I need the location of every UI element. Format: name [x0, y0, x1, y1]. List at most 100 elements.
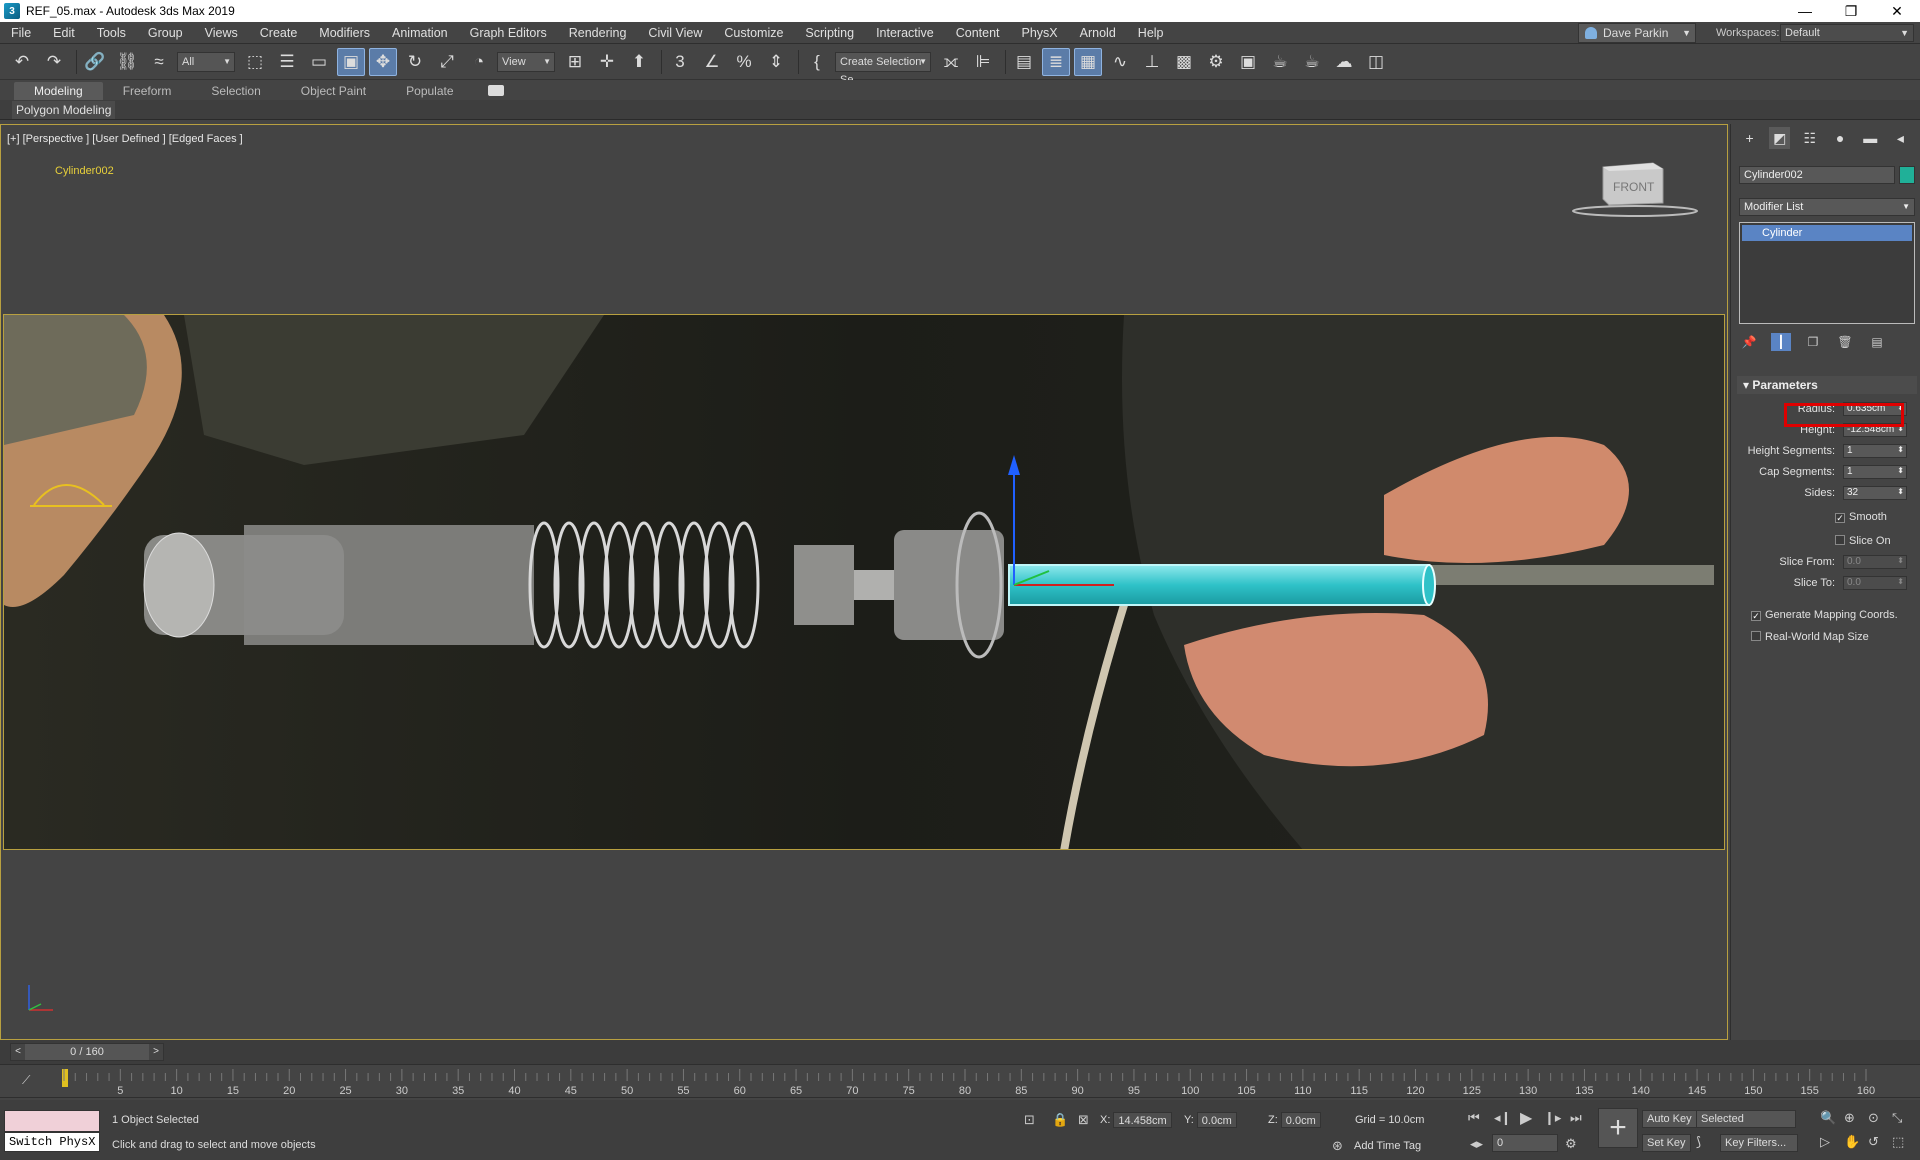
menu-edit[interactable]: Edit: [42, 22, 86, 44]
object-name-field[interactable]: Cylinder002: [1739, 166, 1895, 184]
select-manipulate-icon[interactable]: ✛: [593, 48, 621, 76]
close-icon[interactable]: ✕: [1874, 0, 1920, 22]
motion-tab-icon[interactable]: ●: [1830, 127, 1851, 149]
modifier-list-dropdown[interactable]: Modifier List ▼: [1739, 198, 1915, 216]
tab-freeform[interactable]: Freeform: [103, 82, 192, 100]
slice-to-spinner[interactable]: 0.0 ⬍: [1843, 576, 1907, 590]
select-by-name-icon[interactable]: ☰: [273, 48, 301, 76]
menu-help[interactable]: Help: [1127, 22, 1175, 44]
menu-views[interactable]: Views: [194, 22, 249, 44]
x-field[interactable]: 14.458cm: [1113, 1112, 1172, 1128]
render-iterative-icon[interactable]: ☕: [1298, 48, 1326, 76]
menu-arnold[interactable]: Arnold: [1069, 22, 1127, 44]
reference-coordinate-dropdown[interactable]: View ▼: [497, 51, 555, 72]
maximize-viewport-icon[interactable]: ⬚: [1892, 1134, 1904, 1150]
render-activeshade-icon[interactable]: ◫: [1362, 48, 1390, 76]
create-tab-icon[interactable]: +: [1739, 127, 1760, 149]
zoom-all-icon[interactable]: ⊕: [1844, 1110, 1855, 1126]
user-account-button[interactable]: Dave Parkin ▼: [1578, 23, 1696, 43]
select-object-icon[interactable]: ⬚: [241, 48, 269, 76]
menu-file[interactable]: File: [0, 22, 42, 44]
key-mode-dropdown[interactable]: Selected: [1696, 1110, 1796, 1128]
remove-modifier-icon[interactable]: 🗑: [1835, 333, 1855, 351]
spinner-arrows-icon[interactable]: ⬍: [1897, 576, 1904, 588]
polygon-modeling-label[interactable]: Polygon Modeling: [12, 101, 116, 119]
tab-object-paint[interactable]: Object Paint: [281, 82, 386, 100]
viewport-label[interactable]: [+] [Perspective ] [User Defined ] [Edge…: [7, 133, 243, 145]
pivot-point-icon[interactable]: ⊞: [561, 48, 589, 76]
zoom-extents-icon[interactable]: ⊙: [1868, 1110, 1879, 1126]
zoom-icon[interactable]: 🔍: [1820, 1110, 1836, 1126]
menu-animation[interactable]: Animation: [381, 22, 459, 44]
z-field[interactable]: 0.0cm: [1280, 1112, 1321, 1128]
generate-mapping-checkbox[interactable]: ✓ Generate Mapping Coords.: [1751, 608, 1898, 622]
restore-icon[interactable]: ❐: [1828, 0, 1874, 22]
select-scale-icon[interactable]: ⤢: [433, 48, 461, 76]
window-crossing-icon[interactable]: ▣: [337, 47, 365, 76]
snaps-toggle-icon[interactable]: 3: [666, 48, 694, 76]
slice-from-spinner[interactable]: 0.0 ⬍: [1843, 555, 1907, 569]
spinner-arrows-icon[interactable]: ⬍: [1897, 465, 1904, 477]
rendered-frame-window-icon[interactable]: ▣: [1234, 48, 1262, 76]
material-editor-icon[interactable]: ▩: [1170, 48, 1198, 76]
maxscript-listener-output[interactable]: Switch PhysX: [4, 1132, 100, 1152]
undo-icon[interactable]: ↶: [8, 48, 36, 76]
workspaces-dropdown[interactable]: Default ▼: [1780, 24, 1914, 42]
link-icon[interactable]: 🔗: [81, 48, 109, 76]
redo-icon[interactable]: ↷: [40, 48, 68, 76]
real-world-map-checkbox[interactable]: Real-World Map Size: [1751, 630, 1869, 644]
select-place-icon[interactable]: ◔: [465, 48, 493, 76]
edit-named-selection-icon[interactable]: {: [803, 48, 831, 76]
align-icon[interactable]: ⊫: [969, 48, 997, 76]
key-filters-button[interactable]: Key Filters...: [1720, 1134, 1798, 1152]
modify-tab-icon[interactable]: ◩: [1769, 127, 1791, 149]
pan-view-icon[interactable]: ✋: [1844, 1134, 1860, 1150]
select-rotate-icon[interactable]: ↻: [401, 48, 429, 76]
key-mode-toggle-icon[interactable]: ◂▸: [1470, 1136, 1483, 1152]
scene-explorer-icon[interactable]: ▤: [1010, 48, 1038, 76]
object-color-swatch[interactable]: [1899, 166, 1915, 184]
menu-create[interactable]: Create: [249, 22, 309, 44]
named-selection-dropdown[interactable]: Create Selection Se▼: [835, 51, 931, 86]
render-setup-icon[interactable]: ⚙: [1202, 48, 1230, 76]
pin-stack-icon[interactable]: 📌: [1739, 333, 1759, 351]
percent-snap-icon[interactable]: %: [730, 48, 758, 76]
menu-physx[interactable]: PhysX: [1011, 22, 1069, 44]
perspective-viewport[interactable]: [+] [Perspective ] [User Defined ] [Edge…: [0, 124, 1728, 1040]
menu-graph-editors[interactable]: Graph Editors: [459, 22, 558, 44]
spinner-arrows-icon[interactable]: ⬍: [1897, 486, 1904, 498]
schematic-view-icon[interactable]: ⊥: [1138, 48, 1166, 76]
field-of-view-icon[interactable]: ▷: [1820, 1134, 1830, 1150]
orbit-icon[interactable]: ↺: [1868, 1134, 1879, 1150]
render-cloud-icon[interactable]: ☁: [1330, 48, 1358, 76]
smooth-check-box[interactable]: ✓: [1835, 513, 1845, 523]
unlink-icon[interactable]: ⛓: [113, 48, 141, 76]
spinner-arrows-icon[interactable]: ⬍: [1897, 555, 1904, 567]
show-end-result-icon[interactable]: ┃: [1771, 333, 1791, 351]
time-slider-prev[interactable]: <: [11, 1044, 25, 1060]
select-move-icon[interactable]: ✥: [369, 47, 397, 76]
lock-icon[interactable]: 🔒: [1052, 1112, 1068, 1128]
ribbon-toggle-icon[interactable]: ▦: [1074, 47, 1102, 76]
angle-snap-icon[interactable]: ∠: [698, 48, 726, 76]
y-field[interactable]: 0.0cm: [1196, 1112, 1237, 1128]
ribbon-options-icon[interactable]: [487, 85, 504, 96]
minimize-icon[interactable]: —: [1782, 0, 1828, 22]
isolate-selection-icon[interactable]: ⊡: [1024, 1112, 1035, 1128]
zoom-extents-all-icon[interactable]: ⤡: [1892, 1110, 1902, 1126]
keyboard-shortcut-override-icon[interactable]: ⬆: [625, 48, 653, 76]
tab-populate[interactable]: Populate: [386, 82, 473, 100]
slice-on-checkbox[interactable]: Slice On: [1835, 534, 1891, 548]
auto-key-button[interactable]: Auto Key: [1642, 1110, 1697, 1128]
go-to-start-icon[interactable]: ⏮: [1468, 1110, 1480, 1126]
menu-group[interactable]: Group: [137, 22, 194, 44]
stack-item-cylinder[interactable]: Cylinder: [1742, 225, 1912, 241]
menu-rendering[interactable]: Rendering: [558, 22, 638, 44]
set-key-button[interactable]: Set Key: [1642, 1134, 1691, 1152]
real-world-check-box[interactable]: [1751, 631, 1761, 641]
track-bar[interactable]: ⟋ 5 10 15 20 25 30 35 40 45 50 55 60 65 70 75 80 85 90 95 1…: [0, 1064, 1920, 1098]
absolute-mode-icon[interactable]: ⊠: [1078, 1112, 1089, 1128]
time-slider-next[interactable]: >: [149, 1044, 163, 1060]
menu-customize[interactable]: Customize: [713, 22, 794, 44]
current-frame-field[interactable]: 0: [1492, 1134, 1558, 1152]
